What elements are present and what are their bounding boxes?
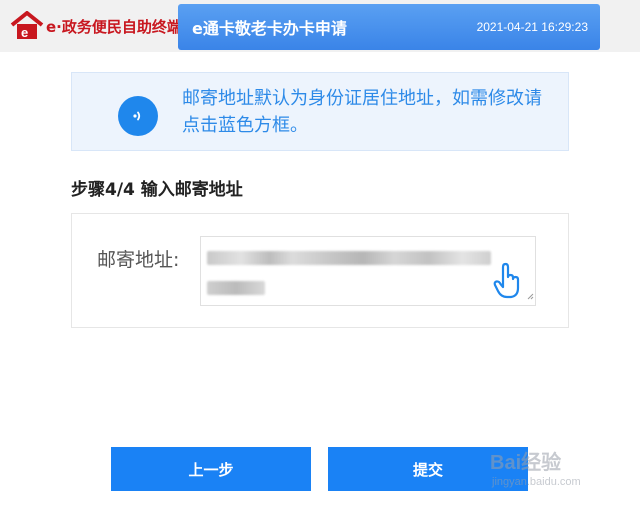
- house-logo-icon: e: [10, 11, 44, 41]
- address-textarea[interactable]: [200, 236, 536, 306]
- hand-pointer-icon: [493, 262, 523, 304]
- svg-text:e: e: [21, 25, 28, 40]
- watermark-sub-text: jingyan.baidu.com: [492, 476, 581, 488]
- brand-text: e·政务便民自助终端: [46, 17, 182, 36]
- address-label: 邮寄地址:: [97, 249, 180, 271]
- baidu-jingyan-watermark: Bai经验 jingyan.baidu.com: [490, 440, 640, 500]
- speaker-icon: [118, 96, 158, 136]
- address-form-card: 邮寄地址:: [71, 213, 569, 328]
- datetime-display: 2021-04-21 16:29:23: [476, 20, 588, 34]
- page-title: e通卡敬老卡办卡申请: [192, 19, 347, 38]
- resize-grip-icon[interactable]: [526, 285, 534, 304]
- notice-text: 邮寄地址默认为身份证居住地址，如需修改请点击蓝色方框。: [182, 88, 542, 136]
- brand-logo: e e·政务便民自助终端: [10, 10, 182, 42]
- title-bar: e通卡敬老卡办卡申请 2021-04-21 16:29:23: [178, 4, 600, 50]
- notice-box: 邮寄地址默认为身份证居住地址，如需修改请点击蓝色方框。: [71, 72, 569, 151]
- step-title: 步骤4/4 输入邮寄地址: [71, 180, 243, 200]
- watermark-main-text: Bai经验: [490, 452, 562, 474]
- previous-step-button[interactable]: 上一步: [111, 447, 311, 491]
- blurred-address-line-1: [207, 251, 491, 265]
- blurred-address-line-2: [207, 281, 265, 295]
- header-bar: e e·政务便民自助终端 e通卡敬老卡办卡申请 2021-04-21 16:29…: [0, 0, 640, 52]
